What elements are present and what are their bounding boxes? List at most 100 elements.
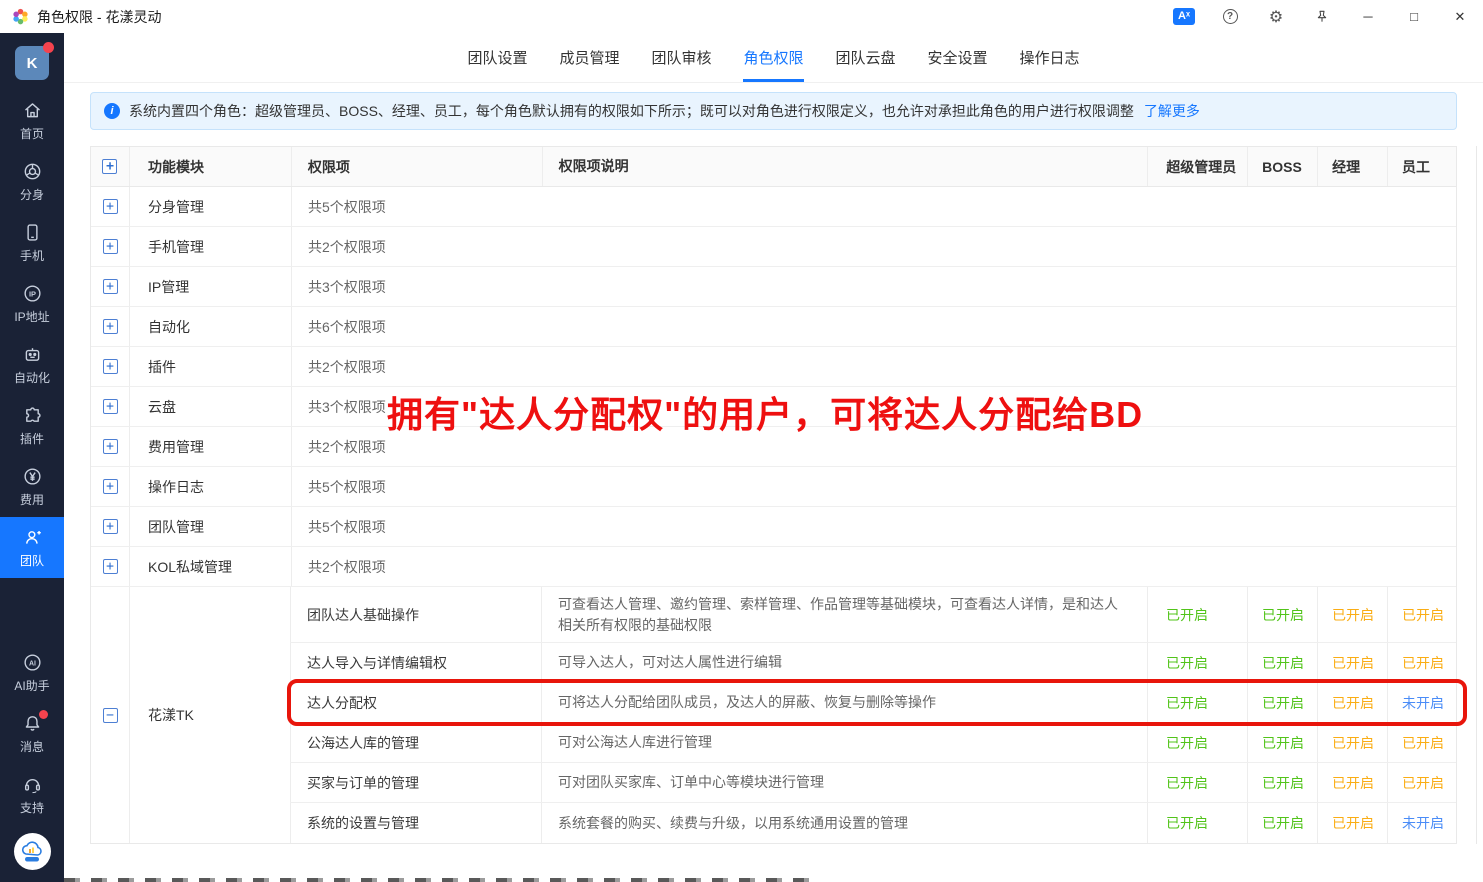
sidebar-item-自动化[interactable]: 自动化 [0,334,64,395]
permission-status: 已开启 [1147,723,1247,762]
module-row: + 插件 共2个权限项 [91,347,1456,387]
permission-row-highlighted: 达人分配权 可将达人分配给团队成员，及达人的屏蔽、恢复与删除等操作已开启已开启已… [290,683,1456,723]
header-manager: 经理 [1317,147,1387,186]
translate-icon[interactable]: Aˣ [1161,0,1207,33]
permission-status: 未开启 [1387,683,1456,722]
sidebar-item-消息[interactable]: 消息 [0,703,64,764]
info-icon: i [104,103,120,119]
module-name: IP管理 [129,267,291,306]
permission-desc: 可查看达人管理、邀约管理、索样管理、作品管理等基础模块，可查看达人详情，是和达人… [541,587,1147,642]
tab-5[interactable]: 安全设置 [928,33,988,82]
titlebar: 角色权限 - 花漾灵动 Aˣ ? ⚙ ─ □ ✕ [0,0,1483,33]
sidebar-item-分身[interactable]: 分身 [0,151,64,212]
permission-status: 已开启 [1247,587,1317,642]
module-row: + 云盘 共3个权限项 [91,387,1456,427]
permission-status: 已开启 [1247,763,1317,802]
header-employee: 员工 [1387,147,1456,186]
module-row: + KOL私域管理 共2个权限项 [91,547,1456,587]
header-module: 功能模块 [129,147,291,186]
sidebar-item-手机[interactable]: 手机 [0,212,64,273]
tab-0[interactable]: 团队设置 [467,33,527,82]
module-permission-count: 共5个权限项 [291,507,1456,546]
module-row: + 自动化 共6个权限项 [91,307,1456,347]
ai-icon: AI [22,652,43,673]
sidebar-item-费用[interactable]: 费用 [0,456,64,517]
permission-status: 未开启 [1387,803,1456,843]
avatar-notification-dot [43,42,54,53]
learn-more-link[interactable]: 了解更多 [1144,101,1200,121]
module-permission-count: 共2个权限项 [291,347,1456,386]
tab-1[interactable]: 成员管理 [559,33,619,82]
permission-status: 已开启 [1147,643,1247,682]
sidebar-item-团队[interactable]: 团队 [0,517,64,578]
content-area: i 系统内置四个角色：超级管理员、BOSS、经理、员工，每个角色默认拥有的权限如… [64,83,1483,844]
permission-item: 公海达人库的管理 [290,723,541,762]
expand-icon[interactable]: + [103,399,118,414]
table-right-rule [1476,146,1477,844]
module-name: 自动化 [129,307,291,346]
module-name: 插件 [129,347,291,386]
expand-icon[interactable]: + [103,439,118,454]
module-row: + 团队管理 共5个权限项 [91,507,1456,547]
ip-icon: IP [22,283,43,304]
minimize-button[interactable]: ─ [1345,0,1391,33]
fee-icon [22,466,43,487]
expand-icon[interactable]: + [103,479,118,494]
tab-3[interactable]: 角色权限 [743,33,803,82]
expand-icon[interactable]: + [103,559,118,574]
pin-icon[interactable] [1299,0,1345,33]
expand-icon[interactable]: + [103,359,118,374]
brand-cloud-logo[interactable] [14,833,51,870]
help-icon[interactable]: ? [1207,0,1253,33]
permission-status: 已开启 [1147,803,1247,843]
expand-all-icon[interactable]: + [102,159,117,174]
permission-item: 达人导入与详情编辑权 [290,643,541,682]
sidebar-item-支持[interactable]: 支持 [0,764,64,825]
expand-icon[interactable]: + [103,199,118,214]
module-permission-count: 共2个权限项 [291,227,1456,266]
tab-2[interactable]: 团队审核 [651,33,711,82]
info-banner: i 系统内置四个角色：超级管理员、BOSS、经理、员工，每个角色默认拥有的权限如… [90,92,1457,130]
permission-item: 达人分配权 [290,683,541,722]
sidebar-item-首页[interactable]: 首页 [0,90,64,151]
permission-item: 买家与订单的管理 [290,763,541,802]
app-logo-flower-icon [12,8,29,25]
header-boss: BOSS [1247,147,1317,186]
module-permission-count: 共3个权限项 [291,267,1456,306]
module-permission-count: 共5个权限项 [291,187,1456,226]
expand-icon[interactable]: + [103,279,118,294]
collapse-icon[interactable]: − [103,708,118,723]
permission-status: 已开启 [1247,683,1317,722]
module-name: KOL私域管理 [129,547,291,586]
permission-row: 系统的设置与管理 系统套餐的购买、续费与升级，以用系统通用设置的管理已开启已开启… [290,803,1456,843]
module-permission-count: 共6个权限项 [291,307,1456,346]
sidebar-item-IP地址[interactable]: IP IP地址 [0,273,64,334]
permission-desc: 可将达人分配给团队成员，及达人的屏蔽、恢复与删除等操作 [541,683,1147,722]
sidebar-item-AI助手[interactable]: AI AI助手 [0,642,64,703]
expand-icon[interactable]: + [103,239,118,254]
tab-4[interactable]: 团队云盘 [836,33,896,82]
header-item: 权限项 [291,147,542,186]
permission-status: 已开启 [1147,763,1247,802]
sidebar-item-插件[interactable]: 插件 [0,395,64,456]
permission-status: 已开启 [1147,587,1247,642]
close-button[interactable]: ✕ [1437,0,1483,33]
module-row: + 手机管理 共2个权限项 [91,227,1456,267]
app-window: 角色权限 - 花漾灵动 Aˣ ? ⚙ ─ □ ✕ K 首页 分身 手机 [0,0,1483,882]
module-name: 云盘 [129,387,291,426]
team-icon [22,527,43,548]
message-badge-dot [39,710,48,719]
permission-status: 已开启 [1387,587,1456,642]
module-row: + IP管理 共3个权限项 [91,267,1456,307]
main-panel: 团队设置成员管理团队审核角色权限团队云盘安全设置操作日志 i 系统内置四个角色：… [64,33,1483,882]
avatar[interactable]: K [15,46,49,80]
plugin-icon [22,405,43,426]
expand-icon[interactable]: + [103,319,118,334]
window-title: 角色权限 - 花漾灵动 [37,7,161,27]
settings-gear-icon[interactable]: ⚙ [1253,0,1299,33]
module-name: 手机管理 [129,227,291,266]
expand-icon[interactable]: + [103,519,118,534]
permission-status: 已开启 [1147,683,1247,722]
tab-6[interactable]: 操作日志 [1020,33,1080,82]
maximize-button[interactable]: □ [1391,0,1437,33]
